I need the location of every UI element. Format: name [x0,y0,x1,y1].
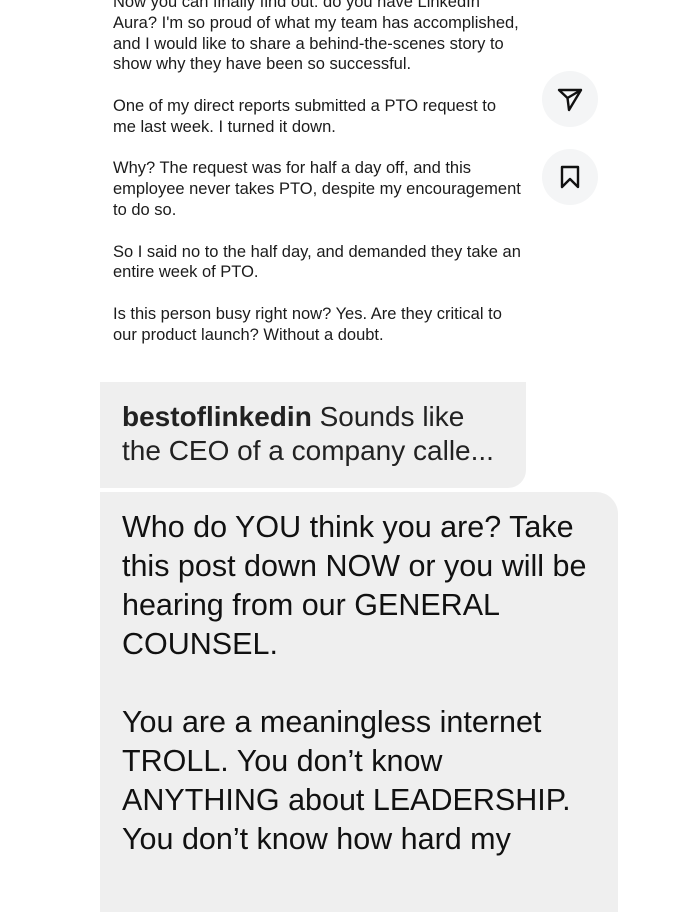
send-icon [557,88,583,112]
post-paragraph: Why? The request was for half a day off,… [113,159,521,219]
save-button[interactable] [542,149,598,205]
message-paragraph: Who do YOU think you are? Take this post… [122,510,587,661]
post-paragraph: One of my direct reports submitted a PTO… [113,96,497,136]
post-paragraph: Is this person busy right now? Yes. Are … [113,304,502,344]
share-button[interactable] [542,71,598,127]
post-paragraph: Now you can finally find out: do you hav… [113,0,519,74]
post-paragraph: So I said no to the half day, and demand… [113,242,521,282]
reply-preview-bubble[interactable]: bestoflinkedin Sounds like the CEO of a … [100,382,526,488]
reply-username: bestoflinkedin [122,401,312,432]
message-bubble: Who do YOU think you are? Take this post… [100,492,618,912]
message-paragraph: You are a meaningless internet TROLL. Yo… [122,705,571,856]
bookmark-icon [560,165,580,189]
shared-post-text: Now you can finally find out: do you hav… [113,0,523,366]
